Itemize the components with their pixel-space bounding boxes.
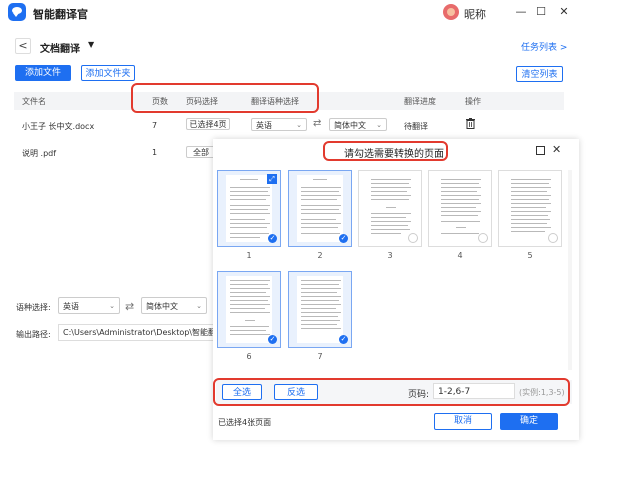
page-thumbnail[interactable]: ✓ (288, 271, 352, 348)
page-number: 1 (246, 251, 252, 260)
page-number: 7 (317, 352, 323, 361)
avatar[interactable] (443, 4, 459, 20)
checkmark-icon[interactable]: ✓ (339, 335, 348, 344)
confirm-button[interactable]: 确定 (500, 413, 558, 430)
page-title: 文档翻译 (40, 44, 80, 55)
dialog-maximize-icon[interactable] (536, 146, 545, 155)
trash-icon[interactable] (466, 118, 475, 129)
back-button[interactable]: < (15, 38, 31, 54)
footer-source-language-select[interactable]: 英语 ⌄ (58, 297, 120, 314)
footer-target-language-select[interactable]: 简体中文 ⌄ (141, 297, 207, 314)
page-select-button[interactable]: 全部 (186, 146, 216, 158)
row-filename: 说明 .pdf (22, 149, 57, 158)
checkbox-icon[interactable] (548, 233, 558, 243)
minimize-icon[interactable]: — (512, 3, 530, 21)
lang-label: 语种选择: (16, 303, 51, 312)
task-list-link[interactable]: 任务列表 > (521, 40, 567, 53)
scrollbar[interactable] (568, 170, 572, 370)
highlight-frame (131, 83, 319, 113)
page-thumbnail[interactable] (498, 170, 562, 247)
user-name[interactable]: 昵称 (464, 6, 486, 22)
expand-icon[interactable]: ⤢ (267, 174, 277, 184)
row-pages: 7 (152, 121, 158, 130)
col-progress: 翻译进度 (404, 97, 436, 106)
col-filename: 文件名 (22, 97, 46, 106)
chevron-down-icon[interactable]: ▼ (88, 40, 94, 49)
row-filename: 小王子 长中文.docx (22, 122, 95, 131)
path-label: 输出路径: (16, 330, 51, 339)
target-language-select[interactable]: 简体中文 ⌄ (329, 118, 387, 131)
maximize-icon[interactable]: ☐ (532, 3, 550, 21)
checkbox-icon[interactable] (478, 233, 488, 243)
swap-icon[interactable]: ⇄ (313, 118, 321, 129)
cancel-button[interactable]: 取消 (434, 413, 492, 430)
highlight-frame (323, 141, 448, 161)
output-path-field[interactable]: C:\Users\Administrator\Desktop\智能翻译 (58, 324, 214, 341)
add-file-button[interactable]: 添加文件 (15, 65, 71, 81)
page-select-button[interactable]: 已选择4页 (186, 118, 230, 130)
page-number: 6 (246, 352, 252, 361)
add-folder-button[interactable]: 添加文件夹 (81, 65, 135, 81)
checkbox-icon[interactable] (408, 233, 418, 243)
row-progress: 待翻译 (404, 122, 428, 131)
highlight-frame (213, 378, 570, 406)
page-number: 4 (457, 251, 463, 260)
checkmark-icon[interactable]: ✓ (268, 234, 277, 243)
app-title: 智能翻译官 (33, 8, 88, 21)
page-thumbnail[interactable] (428, 170, 492, 247)
page-thumbnail[interactable]: ⤢ ✓ (217, 170, 281, 247)
page-number: 2 (317, 251, 323, 260)
page-thumbnail[interactable]: ✓ (288, 170, 352, 247)
source-language-select[interactable]: 英语 ⌄ (251, 118, 307, 131)
dialog-close-icon[interactable]: ✕ (552, 143, 561, 156)
app-logo-icon (8, 3, 26, 21)
swap-icon[interactable]: ⇄ (125, 300, 134, 313)
page-thumbnail[interactable] (358, 170, 422, 247)
checkmark-icon[interactable]: ✓ (339, 234, 348, 243)
col-action: 操作 (465, 97, 481, 106)
clear-list-button[interactable]: 清空列表 (516, 66, 563, 82)
page-number: 5 (527, 251, 533, 260)
close-icon[interactable]: ✕ (555, 3, 573, 21)
page-number: 3 (387, 251, 393, 260)
page-thumbnail[interactable]: ✓ (217, 271, 281, 348)
checkmark-icon[interactable]: ✓ (268, 335, 277, 344)
selection-status: 已选择4张页面 (218, 418, 272, 427)
row-pages: 1 (152, 148, 158, 157)
